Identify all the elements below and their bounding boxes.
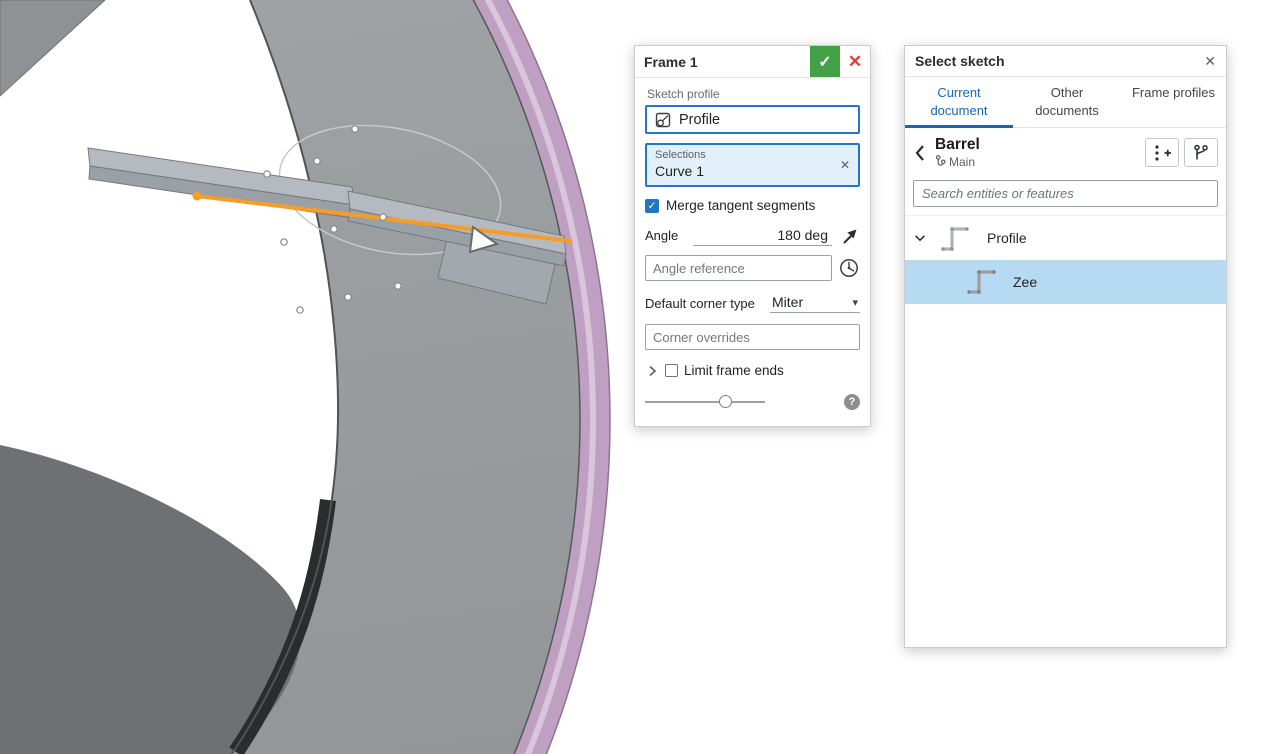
document-actions: [1145, 138, 1218, 167]
search-row: [905, 177, 1226, 216]
tab-other-documents[interactable]: Other documents: [1013, 77, 1121, 127]
chevron-down-icon[interactable]: [913, 231, 927, 245]
dialog-footer-row: ?: [645, 394, 860, 410]
corner-type-select[interactable]: Miter ▾: [770, 293, 860, 313]
selection-value: Curve 1: [655, 163, 850, 179]
app-window: Frame 1 ✓ ✕ Sketch profile Profile Selec…: [0, 0, 1280, 754]
sketch-profile-label: Sketch profile: [647, 87, 858, 101]
clear-selection-icon[interactable]: ✕: [840, 158, 850, 172]
select-sketch-dialog: Select sketch ✕ Current document Other d…: [904, 45, 1227, 648]
angle-input[interactable]: [693, 225, 832, 246]
profile-field-value: Profile: [679, 112, 720, 128]
tab-current-document[interactable]: Current document: [905, 77, 1013, 127]
select-sketch-title: Select sketch: [915, 53, 1204, 69]
flip-arrow-icon: [840, 226, 860, 246]
mate-connector-icon[interactable]: [838, 257, 860, 279]
corner-type-label: Default corner type: [645, 296, 755, 311]
list-item-label: Zee: [1013, 274, 1037, 290]
accept-button[interactable]: ✓: [810, 46, 840, 77]
limit-frame-ends-row: Limit frame ends: [645, 363, 860, 378]
sketch-thumbnail-icon: [935, 220, 975, 256]
expand-section-button[interactable]: [645, 364, 659, 378]
selections-label: Selections: [655, 149, 850, 161]
tab-frame-profiles[interactable]: Frame profiles: [1121, 77, 1226, 127]
close-icon[interactable]: ✕: [1204, 53, 1216, 70]
slider-handle[interactable]: [719, 395, 732, 408]
back-chevron-icon[interactable]: [913, 143, 927, 163]
corner-type-row: Default corner type Miter ▾: [645, 293, 860, 313]
help-icon[interactable]: ?: [844, 394, 860, 410]
profile-field[interactable]: Profile: [645, 105, 860, 134]
corner-overrides-input[interactable]: [645, 324, 860, 350]
angle-label: Angle: [645, 228, 693, 243]
merge-tangent-label: Merge tangent segments: [666, 198, 815, 213]
merge-tangent-row: ✓ Merge tangent segments: [645, 198, 860, 213]
frame-dialog-header: Frame 1 ✓ ✕: [635, 46, 870, 78]
limit-frame-ends-checkbox[interactable]: [665, 364, 678, 377]
close-icon: ✕: [848, 52, 862, 72]
frame-dialog-title: Frame 1: [635, 46, 810, 77]
selections-field[interactable]: Selections Curve 1 ✕: [645, 143, 860, 187]
frame-feature-dialog: Frame 1 ✓ ✕ Sketch profile Profile Selec…: [634, 45, 871, 427]
check-icon: ✓: [648, 200, 657, 212]
corner-overrides-row: [645, 324, 860, 350]
insert-item-button[interactable]: [1145, 138, 1179, 167]
limit-frame-ends-label: Limit frame ends: [684, 363, 784, 378]
merge-tangent-checkbox[interactable]: ✓: [645, 199, 659, 213]
corner-type-value: Miter: [772, 294, 852, 310]
tab-bar: Current document Other documents Frame p…: [905, 77, 1226, 128]
angle-reference-input[interactable]: [645, 255, 832, 281]
list-item-label: Profile: [987, 230, 1027, 246]
select-sketch-header: Select sketch ✕: [905, 46, 1226, 77]
list-add-icon: [1152, 143, 1172, 163]
cancel-button[interactable]: ✕: [840, 46, 870, 77]
curve-endpoint-right[interactable]: [568, 239, 573, 244]
help-glyph: ?: [849, 396, 856, 408]
curve-endpoint-left[interactable]: [193, 192, 202, 201]
document-header-row: Barrel Main: [905, 128, 1226, 177]
sketch-profile-icon: [654, 111, 672, 129]
document-name: Barrel: [935, 136, 980, 154]
chevron-right-icon: [645, 364, 659, 378]
angle-reference-row: [645, 255, 860, 281]
detail-slider[interactable]: [645, 395, 765, 409]
branch-icon: [935, 155, 946, 169]
flip-direction-button[interactable]: [840, 226, 860, 246]
check-icon: ✓: [818, 52, 831, 72]
chevron-down-icon: ▾: [852, 296, 858, 309]
workspace-row: Main: [935, 155, 980, 169]
list-item-profile[interactable]: Profile: [905, 216, 1226, 260]
workspace-name: Main: [949, 155, 975, 169]
versions-branch-icon: [1191, 143, 1211, 163]
angle-row: Angle: [645, 225, 860, 246]
slider-track: [645, 401, 765, 403]
search-input[interactable]: [913, 180, 1218, 207]
document-info: Barrel Main: [935, 136, 980, 169]
list-item-zee-selected[interactable]: Zee: [905, 260, 1226, 304]
sketch-thumbnail-icon: [961, 264, 1001, 300]
versions-button[interactable]: [1184, 138, 1218, 167]
